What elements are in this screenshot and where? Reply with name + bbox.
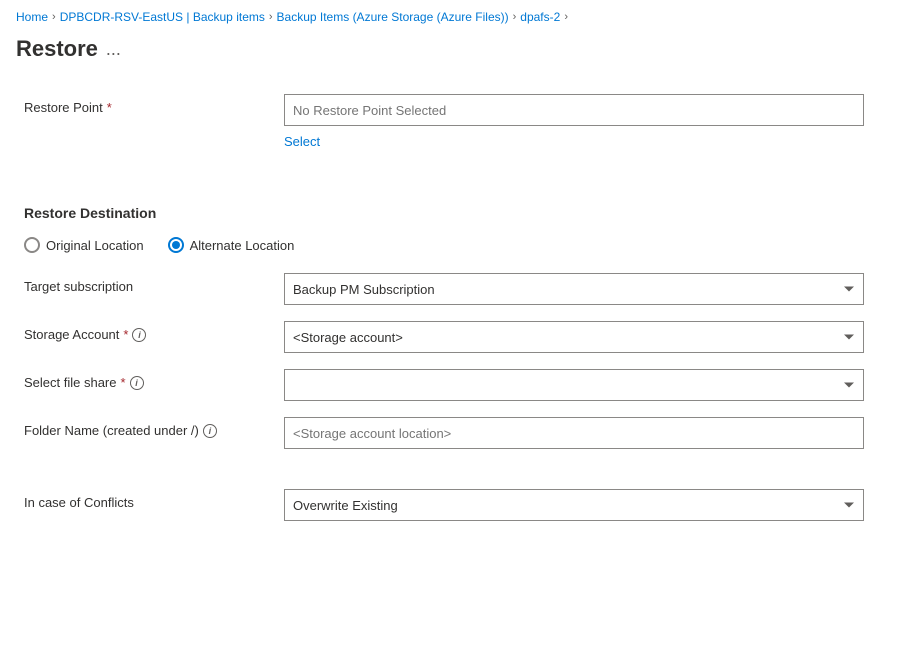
storage-account-wrapper: <Storage account> <box>284 321 864 353</box>
conflicts-control: Overwrite Existing <box>284 489 864 521</box>
alternate-location-label: Alternate Location <box>190 238 295 253</box>
storage-account-row: Storage Account * i <Storage account> <box>24 321 891 353</box>
target-subscription-row: Target subscription Backup PM Subscripti… <box>24 273 891 305</box>
file-share-label-text: Select file share <box>24 375 117 390</box>
breadcrumb: Home › DPBCDR-RSV-EastUS | Backup items … <box>0 0 915 32</box>
breadcrumb-sep-3: › <box>513 11 517 23</box>
conflicts-label: In case of Conflicts <box>24 489 284 510</box>
target-subscription-label: Target subscription <box>24 273 284 294</box>
file-share-label: Select file share * i <box>24 369 284 390</box>
restore-point-required: * <box>107 100 112 115</box>
breadcrumb-sep-1: › <box>52 11 56 23</box>
breadcrumb-home[interactable]: Home <box>16 10 48 24</box>
conflicts-row: In case of Conflicts Overwrite Existing <box>24 489 891 521</box>
file-share-required: * <box>121 375 126 390</box>
page-menu-icon[interactable]: ... <box>106 39 121 60</box>
conflicts-select[interactable]: Overwrite Existing <box>284 489 864 521</box>
file-share-row: Select file share * i <box>24 369 891 401</box>
original-location-radio-circle[interactable] <box>24 237 40 253</box>
restore-point-row: Restore Point * Select <box>24 94 891 149</box>
breadcrumb-backup-items[interactable]: Backup Items (Azure Storage (Azure Files… <box>277 10 509 24</box>
breadcrumb-dpafs[interactable]: dpafs-2 <box>520 10 560 24</box>
conflicts-label-text: In case of Conflicts <box>24 495 134 510</box>
storage-account-info-icon[interactable]: i <box>132 328 146 342</box>
file-share-wrapper <box>284 369 864 401</box>
folder-name-label: Folder Name (created under /) i <box>24 417 284 438</box>
storage-account-required: * <box>123 327 128 342</box>
conflicts-wrapper: Overwrite Existing <box>284 489 864 521</box>
target-subscription-select[interactable]: Backup PM Subscription <box>284 273 864 305</box>
restore-destination-section: Restore Destination Original Location Al… <box>24 205 891 521</box>
restore-destination-title: Restore Destination <box>24 205 891 221</box>
original-location-label: Original Location <box>46 238 144 253</box>
page-title: Restore <box>16 36 98 62</box>
target-subscription-control: Backup PM Subscription <box>284 273 864 305</box>
file-share-control <box>284 369 864 401</box>
file-share-select[interactable] <box>284 369 864 401</box>
alternate-location-radio[interactable]: Alternate Location <box>168 237 295 253</box>
restore-point-section: Restore Point * Select <box>24 94 891 149</box>
restore-point-label: Restore Point * <box>24 94 284 115</box>
restore-point-select-link[interactable]: Select <box>284 134 320 149</box>
storage-account-select[interactable]: <Storage account> <box>284 321 864 353</box>
storage-account-label-text: Storage Account <box>24 327 119 342</box>
folder-name-row: Folder Name (created under /) i <box>24 417 891 449</box>
location-radio-group: Original Location Alternate Location <box>24 237 891 253</box>
restore-point-input[interactable] <box>284 94 864 126</box>
storage-account-control: <Storage account> <box>284 321 864 353</box>
breadcrumb-rsv[interactable]: DPBCDR-RSV-EastUS | Backup items <box>60 10 265 24</box>
target-subscription-label-text: Target subscription <box>24 279 133 294</box>
folder-name-label-text: Folder Name (created under /) <box>24 423 199 438</box>
page-header: Restore ... <box>0 32 915 78</box>
target-subscription-wrapper: Backup PM Subscription <box>284 273 864 305</box>
alternate-location-radio-circle[interactable] <box>168 237 184 253</box>
file-share-info-icon[interactable]: i <box>130 376 144 390</box>
breadcrumb-sep-4: › <box>564 11 568 23</box>
folder-name-input[interactable] <box>284 417 864 449</box>
restore-point-control: Select <box>284 94 864 149</box>
storage-account-label: Storage Account * i <box>24 321 284 342</box>
folder-name-control <box>284 417 864 449</box>
breadcrumb-sep-2: › <box>269 11 273 23</box>
folder-name-info-icon[interactable]: i <box>203 424 217 438</box>
content-area: Restore Point * Select Restore Destinati… <box>0 78 915 561</box>
original-location-radio[interactable]: Original Location <box>24 237 144 253</box>
restore-point-label-text: Restore Point <box>24 100 103 115</box>
